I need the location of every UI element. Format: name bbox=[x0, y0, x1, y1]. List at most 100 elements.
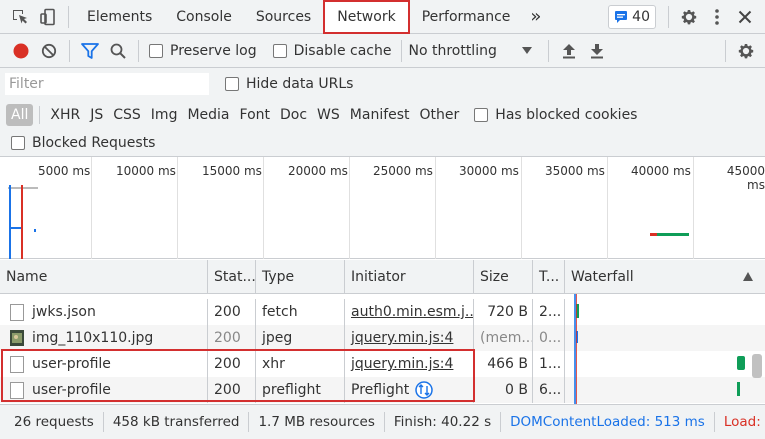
vertical-scrollbar-thumb[interactable] bbox=[752, 354, 762, 378]
message-icon bbox=[615, 10, 628, 23]
checkbox[interactable] bbox=[149, 43, 163, 58]
more-tabs-button[interactable]: » bbox=[522, 0, 549, 34]
size-value: 0 B bbox=[505, 382, 528, 398]
checkbox[interactable] bbox=[272, 43, 287, 58]
checkbox[interactable] bbox=[225, 77, 239, 91]
image-thumbnail-icon bbox=[10, 330, 24, 346]
settings-gear-icon[interactable] bbox=[675, 3, 703, 31]
disable-cache-checkbox[interactable]: Disable cache bbox=[272, 43, 391, 59]
inspect-element-icon[interactable] bbox=[6, 3, 34, 31]
request-name: img_110x110.jpg bbox=[32, 330, 154, 346]
highlight-box bbox=[1, 349, 475, 402]
column-header-name[interactable]: Name bbox=[0, 260, 208, 293]
issues-badge[interactable]: 40 bbox=[608, 4, 656, 29]
cell-time: 1... bbox=[533, 351, 565, 377]
cell-type: jpeg bbox=[256, 325, 345, 351]
column-header-label: Initiator bbox=[351, 268, 406, 285]
type-filter-label: All bbox=[11, 107, 29, 123]
filter-button[interactable] bbox=[76, 37, 104, 65]
device-toolbar-icon[interactable] bbox=[34, 3, 62, 31]
time-value: 2... bbox=[539, 304, 562, 320]
timeline-tick-label: 5000 ms bbox=[38, 164, 91, 178]
timeline-tick-label: 25000 ms bbox=[373, 164, 433, 178]
network-overview-timeline[interactable]: 5000 ms 10000 ms 15000 ms 20000 ms 25000… bbox=[0, 157, 765, 259]
table-row[interactable]: img_110x110.jpg 200 jpeg jquery.min.js:4… bbox=[0, 325, 765, 351]
type-value: fetch bbox=[262, 304, 298, 320]
more-options-icon[interactable] bbox=[703, 3, 731, 31]
tab-label: Elements bbox=[87, 8, 153, 25]
size-value: (mem... bbox=[480, 330, 533, 346]
type-filter-css[interactable]: CSS bbox=[108, 104, 146, 126]
filter-input[interactable]: Filter bbox=[5, 73, 209, 95]
column-header-status[interactable]: Stat... bbox=[208, 260, 256, 293]
tab-label: Performance bbox=[421, 8, 511, 25]
type-filter-font[interactable]: Font bbox=[235, 104, 275, 126]
blocked-requests-checkbox[interactable]: Blocked Requests bbox=[11, 135, 155, 151]
network-settings-gear-icon[interactable] bbox=[732, 37, 760, 65]
type-filter-other[interactable]: Other bbox=[415, 104, 465, 126]
table-row[interactable]: jwks.json 200 fetch auth0.min.esm.j... 7… bbox=[0, 299, 765, 325]
type-filter-label: Doc bbox=[280, 107, 308, 123]
tab-elements[interactable]: Elements bbox=[75, 0, 164, 34]
filter-funnel-icon bbox=[81, 42, 99, 59]
record-button[interactable] bbox=[7, 37, 35, 65]
type-filter-label: Media bbox=[187, 107, 230, 123]
export-har-button[interactable] bbox=[583, 37, 611, 65]
type-filter-xhr[interactable]: XHR bbox=[45, 104, 85, 126]
download-icon bbox=[591, 43, 604, 58]
cell-waterfall bbox=[565, 351, 765, 377]
transferred-size: 458 kB transferred bbox=[104, 412, 250, 432]
blocked-requests-bar: Blocked Requests bbox=[0, 130, 765, 157]
type-filter-doc[interactable]: Doc bbox=[275, 104, 312, 126]
timeline-tick-label: 45000 ms bbox=[726, 164, 765, 192]
search-icon bbox=[110, 43, 126, 59]
import-har-button[interactable] bbox=[555, 37, 583, 65]
column-header-type[interactable]: Type bbox=[256, 260, 345, 293]
divider bbox=[68, 5, 69, 28]
column-header-size[interactable]: Size bbox=[474, 260, 533, 293]
throttling-value: No throttling bbox=[408, 42, 497, 59]
column-header-time[interactable]: T... bbox=[533, 260, 565, 293]
divider bbox=[69, 39, 70, 62]
size-value: 466 B bbox=[487, 356, 528, 372]
column-header-waterfall[interactable]: Waterfall bbox=[565, 260, 765, 293]
column-header-initiator[interactable]: Initiator bbox=[345, 260, 474, 293]
cell-time: 2... bbox=[533, 299, 565, 325]
type-filter-media[interactable]: Media bbox=[182, 104, 234, 126]
cell-waterfall bbox=[565, 299, 765, 325]
waterfall-bar bbox=[737, 382, 740, 396]
type-filter-all[interactable]: All bbox=[6, 104, 34, 126]
upload-icon bbox=[563, 43, 576, 58]
preserve-log-checkbox[interactable]: Preserve log bbox=[149, 43, 257, 59]
tab-console[interactable]: Console bbox=[164, 0, 244, 34]
initiator-link[interactable]: auth0.min.esm.j... bbox=[351, 304, 473, 320]
throttling-select[interactable]: No throttling bbox=[408, 43, 536, 59]
time-value: 1... bbox=[539, 356, 562, 372]
type-filter-label: XHR bbox=[50, 107, 81, 123]
tab-sources[interactable]: Sources bbox=[244, 0, 323, 34]
status-bar: 26 requests 458 kB transferred 1.7 MB re… bbox=[0, 404, 765, 439]
type-filter-js[interactable]: JS bbox=[85, 104, 108, 126]
initiator-link[interactable]: jquery.min.js:4 bbox=[351, 330, 453, 346]
cell-time: 6... bbox=[533, 377, 565, 403]
cell-initiator: auth0.min.esm.j... bbox=[345, 299, 474, 325]
size-value: 720 B bbox=[487, 304, 528, 320]
blocked-requests-label: Blocked Requests bbox=[32, 135, 156, 151]
hide-data-urls-checkbox[interactable]: Hide data URLs bbox=[225, 76, 353, 92]
type-filter-img[interactable]: Img bbox=[146, 104, 183, 126]
clear-button[interactable] bbox=[35, 37, 63, 65]
has-blocked-cookies-checkbox[interactable]: Has blocked cookies bbox=[474, 107, 637, 123]
time-value: 0... bbox=[539, 330, 562, 346]
type-value: jpeg bbox=[262, 330, 293, 346]
tab-network[interactable]: Network bbox=[323, 0, 410, 34]
checkbox[interactable] bbox=[11, 136, 25, 150]
search-button[interactable] bbox=[104, 37, 132, 65]
checkbox[interactable] bbox=[474, 108, 489, 122]
timeline-bar bbox=[11, 227, 21, 229]
resources-size: 1.7 MB resources bbox=[249, 412, 385, 432]
type-filter-label: JS bbox=[90, 107, 104, 123]
type-filter-ws[interactable]: WS bbox=[312, 104, 345, 126]
tab-performance[interactable]: Performance bbox=[410, 0, 523, 34]
type-filter-manifest[interactable]: Manifest bbox=[345, 104, 415, 126]
close-icon[interactable] bbox=[731, 3, 759, 31]
